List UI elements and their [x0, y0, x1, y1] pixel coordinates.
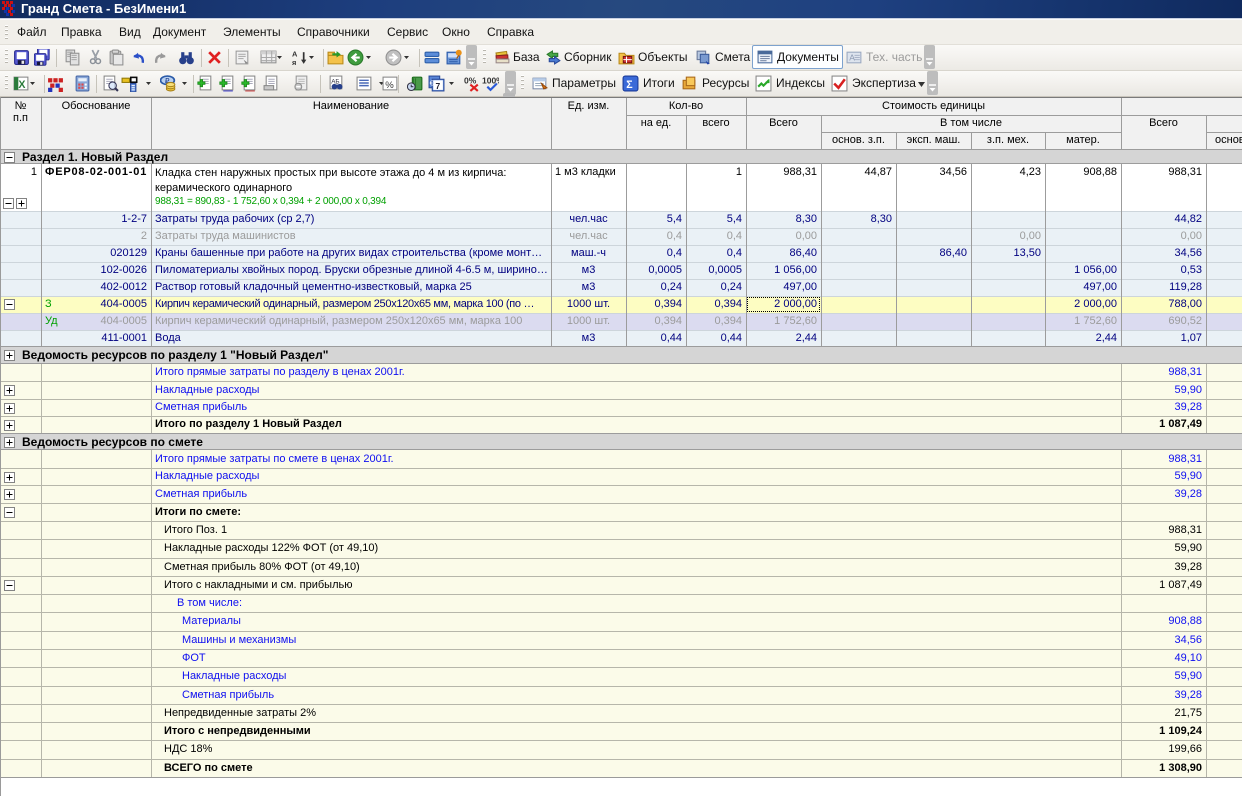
svg-text:0%: 0%	[464, 76, 477, 86]
svg-text:A: A	[849, 53, 855, 63]
svg-text:Σ: Σ	[626, 79, 633, 91]
svg-text:%: %	[385, 80, 394, 91]
svg-text:7: 7	[435, 81, 440, 91]
svg-text:X: X	[18, 79, 25, 91]
svg-text:я: я	[292, 58, 296, 66]
